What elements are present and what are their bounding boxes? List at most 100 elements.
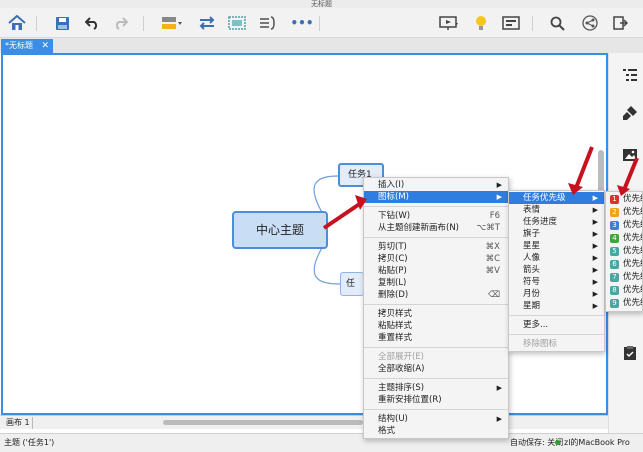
icon-submenu-item-1[interactable]: 表情 ▶	[509, 204, 604, 216]
menu-item-label: 主题排序(S)	[378, 383, 425, 393]
horizontal-scrollbar[interactable]	[163, 420, 363, 425]
context-menu-item-0[interactable]: 插入(I) ▶	[364, 179, 508, 191]
chevron-right-icon: ▶	[592, 302, 598, 310]
priority-item-3[interactable]: 3 优先级3	[606, 219, 642, 232]
menu-item-label: 优先级2	[623, 207, 642, 217]
context-menu-item-19[interactable]: 主题排序(S) ▶	[364, 382, 508, 394]
chevron-right-icon: ▶	[592, 254, 598, 262]
menu-item-label: 优先级8	[623, 285, 642, 295]
priority-badge-icon: 9	[610, 299, 619, 308]
priority-badge-icon: 2	[610, 208, 619, 217]
selection-status: 主题 ('任务1')	[4, 438, 55, 447]
context-menu-item-3[interactable]: 下钻(W) F6	[364, 210, 508, 222]
priority-item-8[interactable]: 8 优先级8	[606, 284, 642, 297]
priority-badge-icon: 4	[610, 234, 619, 243]
menu-item-label: 格式	[378, 426, 396, 436]
image-icon[interactable]	[622, 147, 638, 163]
priority-item-2[interactable]: 2 优先级2	[606, 206, 642, 219]
menu-item-label: 更多...	[523, 320, 549, 330]
menu-item-label: 优先级5	[623, 246, 642, 256]
menu-item-shortcut: ⌘C	[485, 254, 500, 264]
priority-item-4[interactable]: 4 优先级4	[606, 232, 642, 245]
central-topic[interactable]: 中心主题	[232, 211, 328, 249]
priority-badge-icon: 6	[610, 260, 619, 269]
menu-separator	[364, 347, 508, 348]
menu-item-label: 图标(M)	[378, 192, 409, 202]
menu-item-label: 从主题创建新画布(N)	[378, 223, 459, 233]
menu-item-label: 重置样式	[378, 333, 413, 343]
icon-submenu-item-5[interactable]: 人像 ▶	[509, 252, 604, 264]
chevron-right-icon: ▶	[592, 206, 598, 214]
context-menu-item-9[interactable]: 复制(L)	[364, 277, 508, 289]
context-menu-item-14[interactable]: 重置样式	[364, 332, 508, 344]
context-menu-item-17[interactable]: 全部收缩(A)	[364, 363, 508, 375]
priority-item-5[interactable]: 5 优先级5	[606, 245, 642, 258]
menu-separator	[364, 409, 508, 410]
menu-item-label: 人像	[523, 253, 541, 263]
menu-item-shortcut: ⌘X	[485, 242, 500, 252]
chevron-right-icon: ▶	[496, 181, 502, 189]
priority-item-9[interactable]: 9 优先级9	[606, 297, 642, 310]
context-menu-item-10[interactable]: 删除(D) ⌫	[364, 289, 508, 301]
context-menu-item-20[interactable]: 重新安排位置(R)	[364, 394, 508, 406]
icon-submenu-item-7[interactable]: 符号 ▶	[509, 276, 604, 288]
menu-item-label: 符号	[523, 277, 541, 287]
menu-item-shortcut: F6	[489, 211, 500, 221]
format-brush-icon[interactable]	[622, 105, 638, 121]
menu-item-label: 任务进度	[523, 217, 558, 227]
menu-item-label: 移除图标	[523, 339, 558, 349]
menu-item-shortcut: ⌥⌘T	[476, 223, 501, 233]
menu-item-label: 旗子	[523, 229, 541, 239]
chevron-right-icon: ▶	[592, 230, 598, 238]
menu-item-label: 星期	[523, 301, 541, 311]
icon-submenu-item-0[interactable]: 任务优先级 ▶	[509, 192, 604, 204]
chevron-right-icon: ▶	[592, 218, 598, 226]
device-status: zl的MacBook Pro	[564, 438, 630, 447]
menu-item-label: 下钻(W)	[378, 211, 411, 221]
icon-submenu-item-9[interactable]: 星期 ▶	[509, 300, 604, 312]
menu-item-label: 箭头	[523, 265, 541, 275]
menu-item-label: 重新安排位置(R)	[378, 395, 442, 405]
context-menu-item-4[interactable]: 从主题创建新画布(N) ⌥⌘T	[364, 222, 508, 234]
priority-badge-icon: 5	[610, 247, 619, 256]
priority-item-7[interactable]: 7 优先级7	[606, 271, 642, 284]
outline-icon[interactable]	[622, 67, 638, 83]
menu-separator	[364, 237, 508, 238]
icon-submenu-item-11[interactable]: 更多...	[509, 319, 604, 331]
icon-submenu-item-8[interactable]: 月份 ▶	[509, 288, 604, 300]
priority-item-6[interactable]: 6 优先级6	[606, 258, 642, 271]
menu-item-label: 复制(L)	[378, 278, 407, 288]
icon-submenu-item-6[interactable]: 箭头 ▶	[509, 264, 604, 276]
menu-item-label: 优先级4	[623, 233, 642, 243]
context-menu-item-8[interactable]: 粘贴(P) ⌘V	[364, 265, 508, 277]
topic-task2[interactable]: 任务2	[340, 272, 364, 296]
sheet-tab[interactable]: 画布 1	[4, 417, 33, 429]
icon-submenu-item-4[interactable]: 星星 ▶	[509, 240, 604, 252]
context-menu-item-22[interactable]: 结构(U) ▶	[364, 413, 508, 425]
menu-item-label: 删除(D)	[378, 290, 409, 300]
menu-separator	[364, 304, 508, 305]
menu-item-label: 拷贝样式	[378, 309, 413, 319]
menu-item-label: 结构(U)	[378, 414, 408, 424]
online-status-dot	[555, 440, 560, 445]
menu-item-label: 剪切(T)	[378, 242, 407, 252]
context-menu: 插入(I) ▶ 图标(M) ▶ 下钻(W) F6 从主题创建新画布(N) ⌥⌘T 剪切(T) ⌘X…	[363, 177, 509, 439]
menu-item-label: 拷贝(C)	[378, 254, 408, 264]
chevron-right-icon: ▶	[592, 290, 598, 298]
priority-badge-icon: 3	[610, 221, 619, 230]
menu-item-label: 星星	[523, 241, 541, 251]
context-menu-item-23[interactable]: 格式	[364, 425, 508, 437]
context-menu-item-1[interactable]: 图标(M) ▶	[364, 191, 508, 203]
priority-item-1[interactable]: 1 优先级1	[606, 193, 642, 206]
icon-submenu-item-3[interactable]: 旗子 ▶	[509, 228, 604, 240]
menu-separator	[509, 334, 604, 335]
menu-item-label: 优先级7	[623, 272, 642, 282]
context-menu-item-12[interactable]: 拷贝样式	[364, 308, 508, 320]
priority-badge-icon: 7	[610, 273, 619, 282]
icon-submenu-item-2[interactable]: 任务进度 ▶	[509, 216, 604, 228]
menu-item-label: 优先级6	[623, 259, 642, 269]
context-menu-item-13[interactable]: 粘贴样式	[364, 320, 508, 332]
task-clipboard-icon[interactable]	[622, 345, 638, 361]
context-menu-item-7[interactable]: 拷贝(C) ⌘C	[364, 253, 508, 265]
context-menu-item-6[interactable]: 剪切(T) ⌘X	[364, 241, 508, 253]
